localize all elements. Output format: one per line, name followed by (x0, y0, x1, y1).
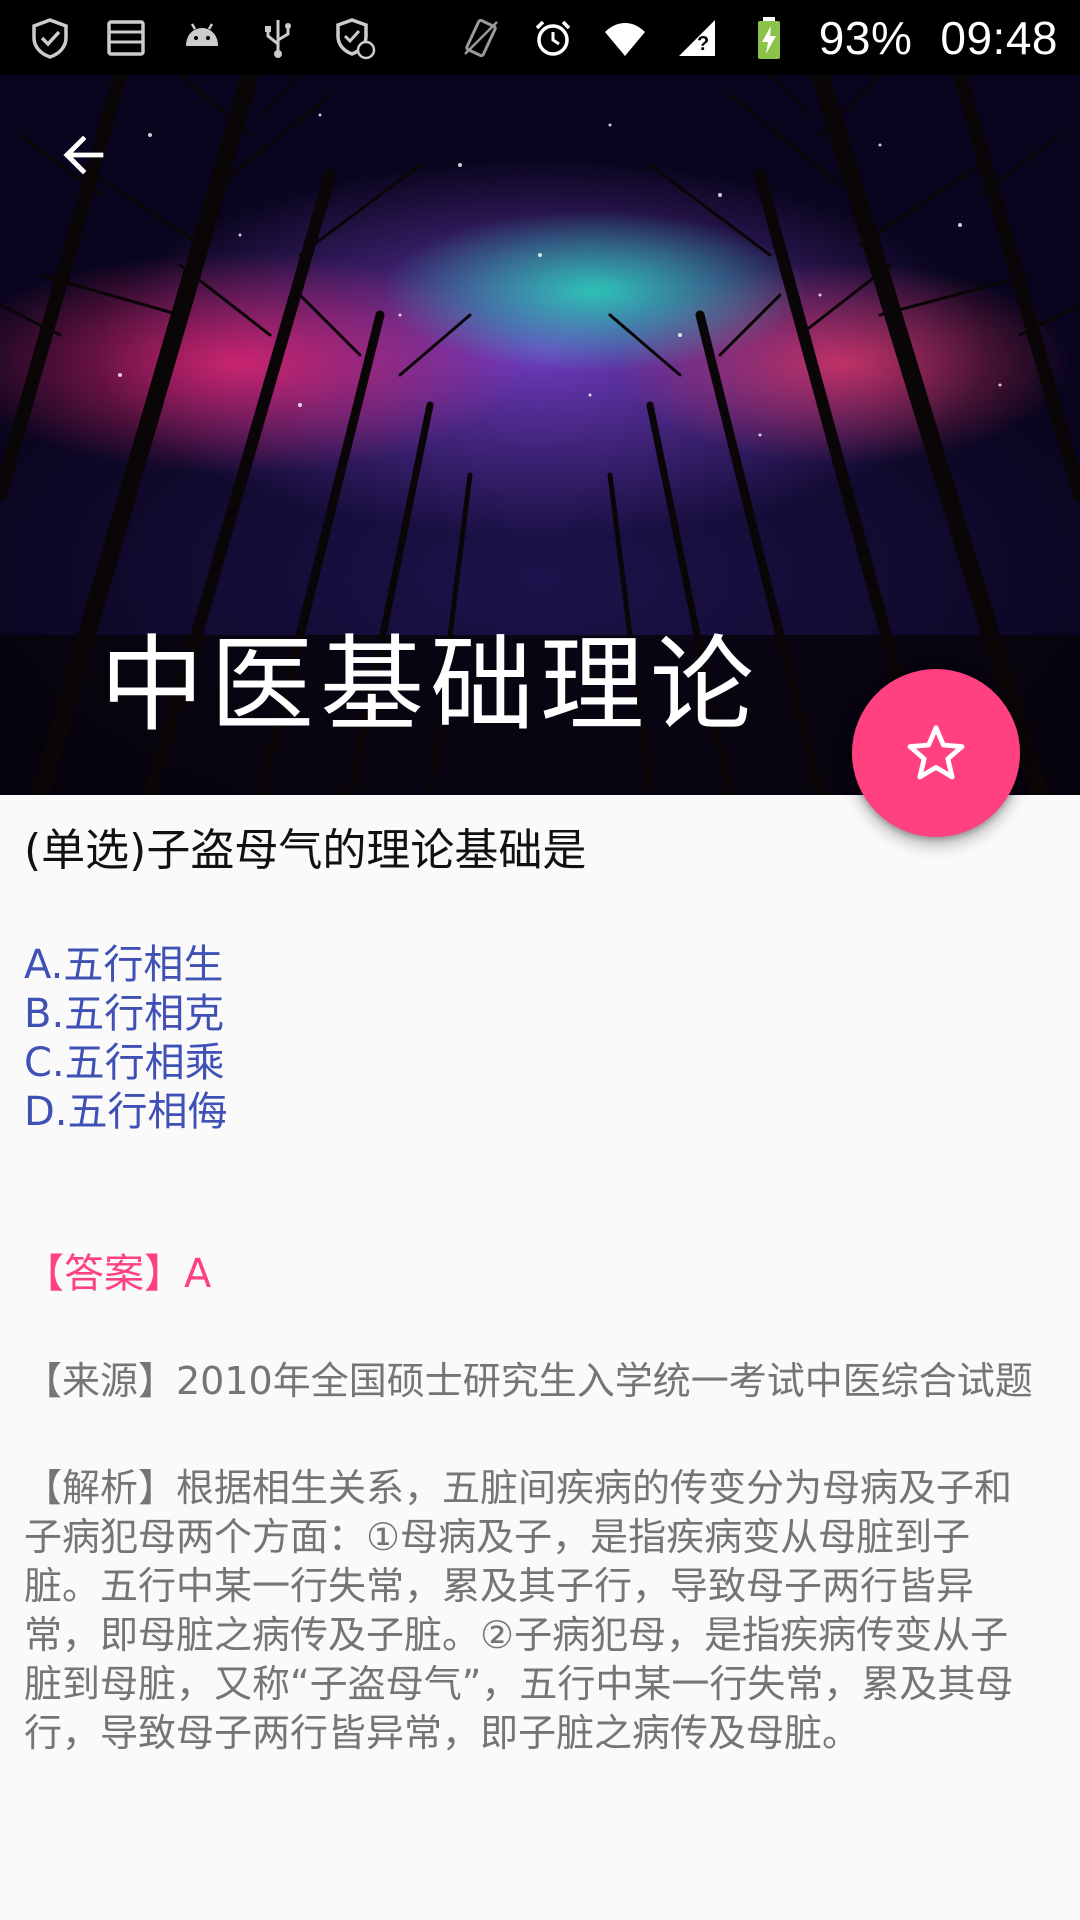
status-left-icons (28, 16, 376, 60)
option-b[interactable]: B.五行相克 (24, 990, 1044, 1039)
svg-text:?: ? (697, 33, 709, 55)
wifi-icon (603, 16, 647, 60)
battery-charging-icon (747, 16, 791, 60)
source-text: 【来源】2010年全国硕士研究生入学统一考试中医综合试题 (24, 1359, 1033, 1403)
option-c[interactable]: C.五行相乘 (24, 1039, 1044, 1088)
answer-text: 【答案】A (24, 1251, 212, 1297)
analysis-text: 【解析】根据相生关系，五脏间疾病的传变分为母病及子和子病犯母两个方面：①母病及子… (24, 1466, 1014, 1755)
shield-check-icon (28, 16, 72, 60)
star-outline-icon (907, 725, 965, 780)
shield-sync-icon (332, 16, 376, 60)
android-icon (180, 16, 224, 60)
storage-icon (104, 16, 148, 60)
question-content: (单选)子盗母气的理论基础是 A.五行相生 B.五行相克 C.五行相乘 D.五行… (24, 795, 1044, 1758)
clock: 09:48 (940, 11, 1058, 64)
alarm-icon (531, 16, 575, 60)
arrow-back-icon (63, 135, 104, 175)
question-text: (单选)子盗母气的理论基础是 (24, 825, 587, 876)
status-right-icons: ? 93% 09:48 (459, 11, 1058, 65)
options-list: A.五行相生 B.五行相克 C.五行相乘 D.五行相侮 (24, 941, 1044, 1137)
usb-icon (256, 16, 300, 60)
option-d[interactable]: D.五行相侮 (24, 1088, 1044, 1137)
option-a[interactable]: A.五行相生 (24, 941, 1044, 990)
status-bar: ? 93% 09:48 (0, 0, 1080, 75)
vibrate-icon (459, 16, 503, 60)
page-title: 中医基础理论 (100, 624, 761, 746)
signal-icon: ? (675, 16, 719, 60)
battery-percent: 93% (818, 11, 913, 64)
back-button[interactable] (44, 115, 124, 195)
